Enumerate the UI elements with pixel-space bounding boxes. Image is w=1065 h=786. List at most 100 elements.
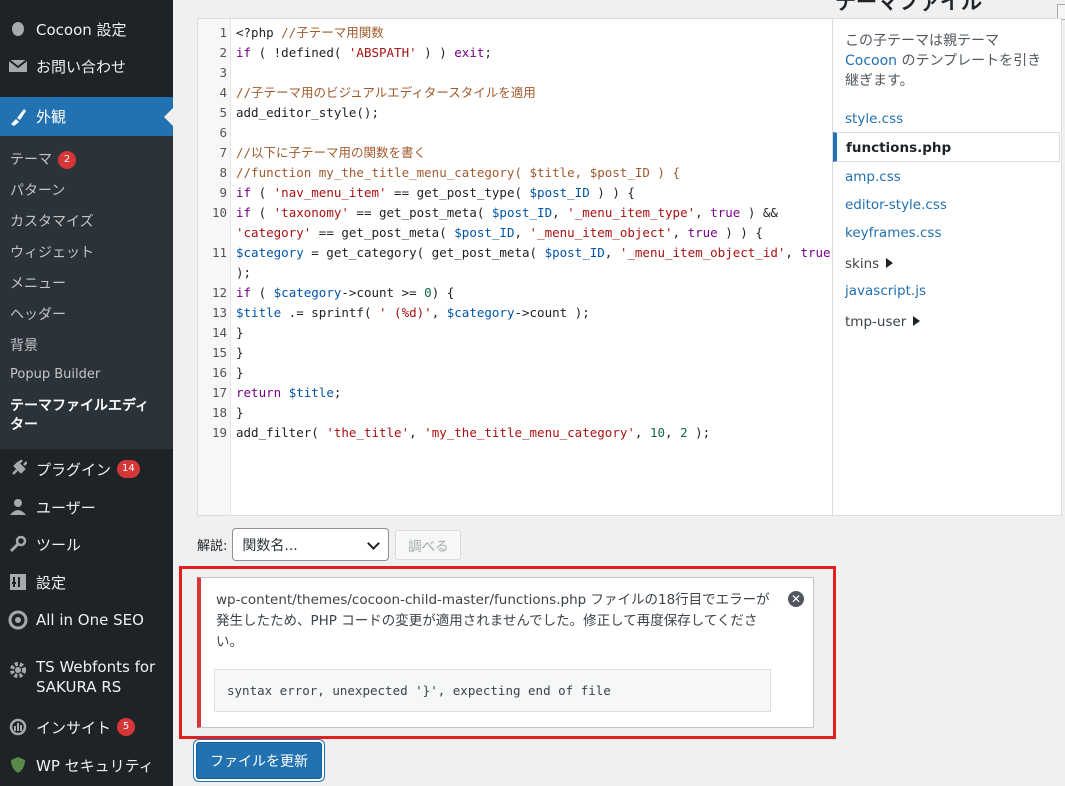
documentation-row: 解説: 関数名... 調べる <box>197 528 462 561</box>
insight-icon <box>0 717 36 737</box>
documentation-label: 解説: <box>197 539 228 554</box>
line-number: 17 <box>211 385 227 400</box>
mail-icon <box>0 58 36 74</box>
menu-label: WP セキュリティ <box>36 756 154 775</box>
line-number: 9 <box>219 185 227 200</box>
file-keyframes-css[interactable]: keyframes.css <box>833 218 1060 248</box>
user-icon <box>0 498 36 516</box>
menu-item-ts-webfonts[interactable]: TS Webfonts for SAKURA RS <box>0 657 173 703</box>
submenu-item-header[interactable]: ヘッダー <box>10 304 66 324</box>
shield-icon <box>0 756 36 774</box>
folder-label: tmp-user <box>845 314 907 330</box>
folder-skins[interactable]: skins <box>833 249 1060 279</box>
menu-item-cocoon-settings[interactable]: Cocoon 設定 <box>0 12 173 46</box>
menu-item-users[interactable]: ユーザー <box>0 489 173 525</box>
menu-label: お問い合わせ <box>36 57 127 76</box>
code-text: return $title; <box>236 385 342 400</box>
folder-tmp-user[interactable]: tmp-user <box>833 307 1060 337</box>
code-text: if ( 'nav_menu_item' == get_post_type( $… <box>236 185 635 200</box>
file-editor-style-css[interactable]: editor-style.css <box>833 190 1060 220</box>
menu-item-insights[interactable]: インサイト 5 <box>0 709 173 745</box>
line-number: 5 <box>219 105 227 120</box>
code-text: if ( !defined( 'ABSPATH' ) ) exit; <box>236 45 492 60</box>
line-number: 13 <box>211 305 227 320</box>
chevron-down-icon <box>367 537 381 550</box>
error-notice: wp-content/themes/cocoon-child-master/fu… <box>197 577 814 728</box>
menu-item-wp-security[interactable]: WP セキュリティ <box>0 747 173 783</box>
menu-item-appearance[interactable]: 外観 <box>0 97 173 136</box>
line-number: 2 <box>219 45 227 60</box>
code-text: $title .= sprintf( ' (%d)', $category->c… <box>236 305 590 320</box>
file-style-css[interactable]: style.css <box>833 104 1060 134</box>
error-message: wp-content/themes/cocoon-child-master/fu… <box>216 592 770 650</box>
select-value: 関数名... <box>242 537 298 554</box>
file-amp-css[interactable]: amp.css <box>833 162 1060 192</box>
menu-item-tools[interactable]: ツール <box>0 526 173 562</box>
menu-item-contact[interactable]: お問い合わせ <box>0 48 173 84</box>
parent-theme-link[interactable]: Cocoon <box>845 53 897 69</box>
line-number: 8 <box>219 165 227 180</box>
code-editor[interactable]: 1 <?php //子テーマ用関数 2 if ( !defined( 'ABSPATH… <box>197 18 833 516</box>
admin-sidebar: Cocoon 設定 お問い合わせ 外観 テーマ 2 パターン カスタマイズ ウィジ… <box>0 0 173 786</box>
caret-right-icon <box>913 316 921 326</box>
menu-item-settings[interactable]: 設定 <box>0 564 173 600</box>
function-name-select[interactable]: 関数名... <box>232 528 390 561</box>
theme-files-heading: テーマファイル <box>835 0 982 14</box>
code-text: //function my_the_title_menu_category( $… <box>236 165 681 180</box>
folder-label: skins <box>845 256 880 272</box>
notice-text: この子テーマは親テーマ <box>845 33 999 49</box>
wrench-icon <box>0 535 36 553</box>
submenu-item-background[interactable]: 背景 <box>10 335 38 355</box>
line-number: 19 <box>211 425 227 440</box>
active-arrow-icon <box>164 107 173 126</box>
insights-badge: 5 <box>117 718 136 736</box>
caret-right-icon <box>886 258 894 268</box>
code-text: } <box>236 325 244 340</box>
menu-label: ツール <box>36 535 82 554</box>
update-count-badge: 2 <box>58 151 76 169</box>
line-number: 11 <box>211 245 227 260</box>
submenu-item-popup-builder[interactable]: Popup Builder <box>10 367 100 382</box>
line-number: 7 <box>219 145 227 160</box>
appearance-submenu: テーマ 2 パターン カスタマイズ ウィジェット メニュー ヘッダー 背景 Pop… <box>0 136 173 449</box>
menu-label: 設定 <box>36 573 67 592</box>
menu-label: TS Webfonts for SAKURA RS <box>36 658 156 696</box>
submenu-item-patterns[interactable]: パターン <box>10 180 65 200</box>
submenu-item-theme-file-editor[interactable]: テーマファイルエディター <box>10 397 160 435</box>
line-number: 10 <box>211 205 227 220</box>
lookup-button[interactable]: 調べる <box>395 529 462 560</box>
submenu-item-themes[interactable]: テーマ 2 <box>10 149 76 169</box>
menu-item-all-in-one-seo[interactable]: All in One SEO <box>0 602 173 638</box>
dismiss-icon[interactable]: ✕ <box>788 591 804 607</box>
menu-label: プラグイン <box>36 460 112 479</box>
child-theme-notice: この子テーマは親テーマ Cocoon のテンプレートを引き継ぎます。 <box>845 31 1050 91</box>
plugin-update-badge: 14 <box>117 460 140 478</box>
file-javascript-js[interactable]: javascript.js <box>833 276 1060 306</box>
plugin-icon <box>0 460 36 478</box>
code-text: } <box>236 405 244 420</box>
settings-icon <box>0 573 36 591</box>
menu-item-plugins[interactable]: プラグイン 14 <box>0 451 173 487</box>
update-file-button[interactable]: ファイルを更新 <box>196 742 322 779</box>
line-number: 3 <box>219 65 227 80</box>
seo-icon <box>0 610 36 630</box>
code-text: add_editor_style(); <box>236 105 379 120</box>
line-number: 16 <box>211 365 227 380</box>
code-text: $category = get_category( get_post_meta(… <box>236 245 831 260</box>
file-functions-php[interactable]: functions.php <box>833 132 1060 162</box>
submenu-item-customize[interactable]: カスタマイズ <box>10 211 94 231</box>
code-text: 'category' == get_post_meta( $post_ID, '… <box>236 225 763 240</box>
menu-label: ユーザー <box>36 498 96 517</box>
line-number: 14 <box>211 325 227 340</box>
menu-label: All in One SEO <box>36 611 144 629</box>
code-text: //子テーマ用のビジュアルエディタースタイルを適用 <box>236 85 536 100</box>
code-text: if ( 'taxonomy' == get_post_meta( $post_… <box>236 205 778 220</box>
submenu-item-widgets[interactable]: ウィジェット <box>10 242 94 262</box>
line-number: 1 <box>219 25 227 40</box>
code-text: add_filter( 'the_title', 'my_the_title_m… <box>236 425 711 440</box>
submenu-item-menus[interactable]: メニュー <box>10 273 66 293</box>
menu-label: 外観 <box>36 108 67 126</box>
brush-icon <box>0 107 36 127</box>
error-detail: syntax error, unexpected '}', expecting … <box>214 669 771 712</box>
line-number: 12 <box>211 285 227 300</box>
